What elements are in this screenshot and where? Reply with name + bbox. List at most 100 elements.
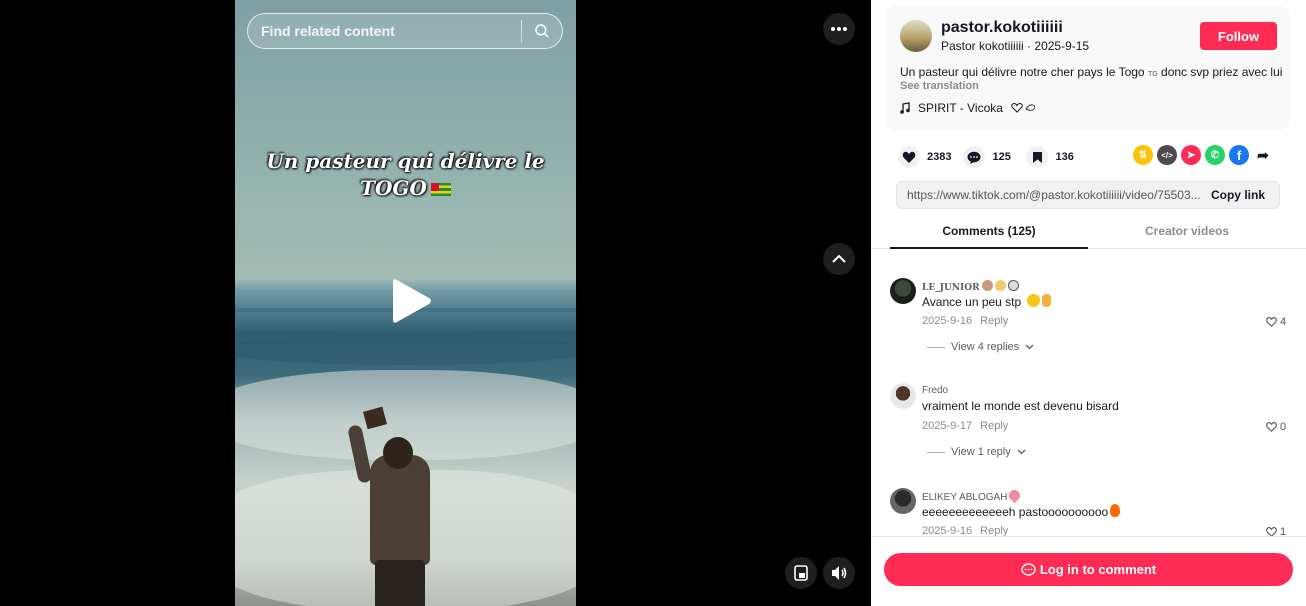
see-translation-link[interactable]: See translation xyxy=(900,80,979,92)
person-body xyxy=(370,455,430,565)
floating-player-button[interactable] xyxy=(785,557,817,589)
share-link-row: https://www.tiktok.com/@pastor.kokotiiii… xyxy=(896,181,1280,209)
post-date: 2025-9-15 xyxy=(1034,39,1090,53)
comment-date: 2025-9-16 xyxy=(922,315,973,327)
overlay-line2-row: TOGO xyxy=(235,175,576,202)
face-emoji-icon xyxy=(994,280,1006,291)
whatsapp-icon[interactable]: ✆ xyxy=(1205,145,1225,165)
speaker-icon xyxy=(832,566,847,580)
description-tg: TG xyxy=(1147,71,1158,78)
post-info-card: pastor.kokotiiiiii Pastor kokotiiiiii · … xyxy=(887,6,1290,130)
tab-creator-videos[interactable]: Creator videos xyxy=(1088,218,1286,249)
reply-dash xyxy=(927,346,945,348)
commenter-name-text: ELIKEY ABLOGAH xyxy=(922,492,1008,503)
person-figure xyxy=(345,405,455,606)
share-arrow-icon[interactable]: ➦ xyxy=(1253,145,1273,165)
like-action[interactable]: 2383 xyxy=(898,146,951,168)
log-in-to-comment-button[interactable]: Log in to comment xyxy=(884,553,1293,586)
login-label: Log in to comment xyxy=(1039,562,1157,577)
volume-button[interactable] xyxy=(823,557,855,589)
person-arm xyxy=(347,424,373,484)
chevron-up-icon xyxy=(832,254,846,263)
search-icon[interactable] xyxy=(522,13,562,49)
description-end: donc svp priez avec lui xyxy=(1161,65,1283,79)
tiktok-video-page: Un pasteur qui délivre le TOGO pastor.ko… xyxy=(0,0,1306,606)
drop-emoji-icon xyxy=(1007,487,1023,504)
music-title: SPIRIT - Vicoka xyxy=(918,101,1003,115)
author-subline: Pastor kokotiiiiii · 2025-9-15 xyxy=(941,39,1089,53)
ok-hand-emoji-icon xyxy=(1041,294,1051,307)
view-replies-button[interactable]: View 4 replies xyxy=(927,341,1034,353)
person-book xyxy=(363,406,387,430)
save-action[interactable]: 136 xyxy=(1026,146,1077,168)
video-url: https://www.tiktok.com/@pastor.kokotiiii… xyxy=(907,188,1201,202)
commenter-name-text: LE_JUNIOR xyxy=(922,283,980,293)
comment-like-count: 0 xyxy=(1280,421,1287,433)
heart-outline-icon xyxy=(1266,317,1277,327)
author-username[interactable]: pastor.kokotiiiiii xyxy=(941,19,1063,37)
commenter-avatar[interactable] xyxy=(890,278,916,304)
view-replies-text: View 1 reply xyxy=(951,446,1011,458)
comment-text: Avance un peu stp xyxy=(922,294,1051,309)
more-options-button[interactable] xyxy=(823,13,855,45)
music-row[interactable]: SPIRIT - Vicoka xyxy=(900,101,1037,115)
repost-icon[interactable]: ⇅ xyxy=(1133,145,1153,165)
login-bar: Log in to comment xyxy=(871,536,1306,606)
follow-button[interactable]: Follow xyxy=(1200,22,1277,50)
person-head xyxy=(383,437,413,469)
save-count: 136 xyxy=(1055,151,1074,163)
reply-dash xyxy=(927,451,945,453)
person-legs xyxy=(375,560,425,606)
commenter-name[interactable]: Fredo xyxy=(922,385,948,396)
previous-video-button[interactable] xyxy=(823,243,855,275)
copy-link-button[interactable]: Copy link xyxy=(1201,188,1279,202)
comment-like-count: 4 xyxy=(1280,316,1287,328)
overlay-line1: Un pasteur qui délivre le xyxy=(266,149,545,173)
search-input[interactable] xyxy=(248,23,521,39)
tab-comments[interactable]: Comments (125) xyxy=(890,218,1088,249)
view-replies-button[interactable]: View 1 reply xyxy=(927,446,1026,458)
comment-like[interactable]: 0 xyxy=(1266,421,1286,433)
soccer-ball-emoji-icon xyxy=(1007,280,1019,291)
smile-emoji-icon xyxy=(1026,294,1040,307)
commenter-name[interactable]: LE_JUNIOR xyxy=(922,280,1019,293)
comment-date: 2025-9-17 xyxy=(922,420,973,432)
floating-player-icon xyxy=(794,565,808,581)
comment-text-body: eeeeeeeeeeeeeh pastoooooooooo xyxy=(922,505,1109,519)
bookmark-icon xyxy=(1026,146,1049,168)
commenter-name[interactable]: ELIKEY ABLOGAH xyxy=(922,487,1023,504)
music-note-icon xyxy=(900,102,910,114)
comment-bubble-icon xyxy=(1021,562,1036,576)
details-panel: pastor.kokotiiiiii Pastor kokotiiiiii · … xyxy=(871,0,1306,606)
send-to-friends-icon[interactable]: ➤ xyxy=(1181,145,1201,165)
author-display-name[interactable]: Pastor kokotiiiiii xyxy=(941,39,1024,53)
view-replies-text: View 4 replies xyxy=(951,341,1020,353)
heart-icon xyxy=(898,146,920,168)
play-icon[interactable] xyxy=(385,276,435,326)
share-options: ⇅ </> ➤ ✆ f ➦ xyxy=(1133,145,1273,165)
author-avatar[interactable] xyxy=(900,20,932,52)
embed-icon[interactable]: </> xyxy=(1157,145,1177,165)
comments-list: LE_JUNIOR Avance un peu stp 2025-9-16 Rep… xyxy=(871,262,1306,537)
comment-like[interactable]: 4 xyxy=(1266,316,1286,328)
heart-outline-icon xyxy=(1266,422,1277,432)
comment-text-body: Avance un peu stp xyxy=(922,295,1022,309)
more-icon xyxy=(831,27,847,31)
comment-meta: 2025-9-16 Reply xyxy=(922,315,1008,327)
description-main: Un pasteur qui délivre notre cher pays l… xyxy=(900,65,1145,79)
togo-flag-icon xyxy=(430,183,451,196)
reply-button[interactable]: Reply xyxy=(980,315,1008,327)
comment-icon xyxy=(963,146,986,168)
engagement-actions: 2383 125 136 xyxy=(898,146,1089,168)
comment-meta: 2025-9-17 Reply xyxy=(922,420,1008,432)
comment-action[interactable]: 125 xyxy=(963,146,1014,168)
face-emoji-icon xyxy=(981,280,993,291)
panel-tabs: Comments (125) Creator videos xyxy=(871,218,1306,249)
fire-emoji-icon xyxy=(1110,504,1121,517)
reply-button[interactable]: Reply xyxy=(980,420,1008,432)
like-count: 2383 xyxy=(927,151,952,163)
comment-text: vraiment le monde est devenu bisard xyxy=(922,399,1119,413)
commenter-avatar[interactable] xyxy=(890,383,916,409)
commenter-avatar[interactable] xyxy=(890,488,916,514)
facebook-icon[interactable]: f xyxy=(1229,145,1249,165)
